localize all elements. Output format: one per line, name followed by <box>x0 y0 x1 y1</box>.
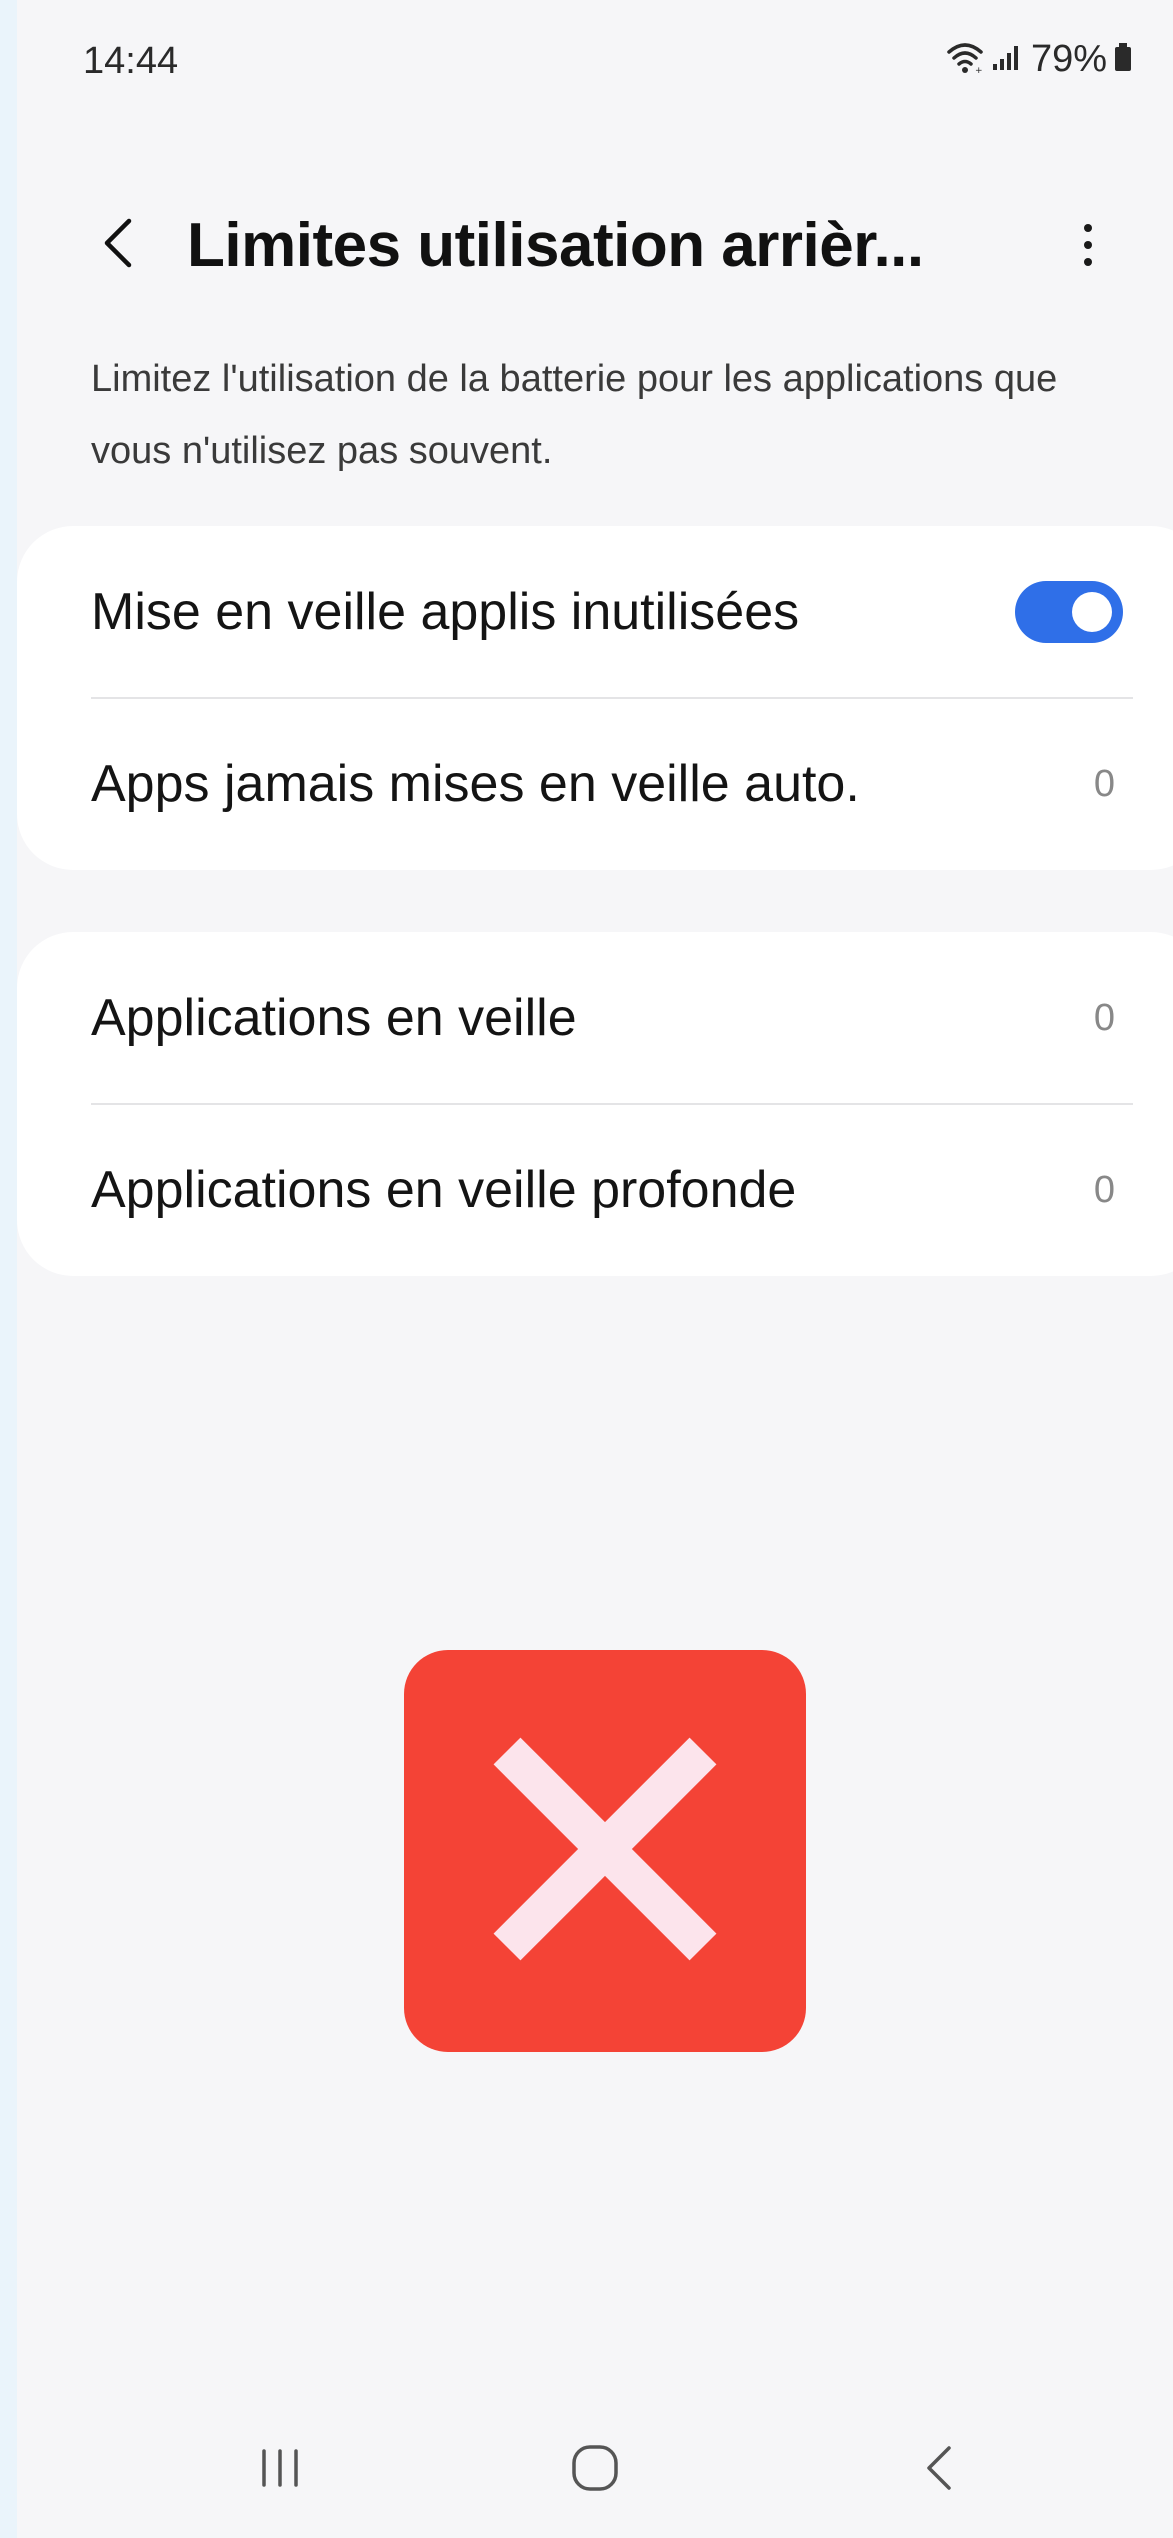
close-x-icon <box>485 1729 725 1974</box>
row-count: 0 <box>1093 763 1115 805</box>
wifi-icon: + <box>945 40 985 79</box>
toggle-knob <box>1072 592 1112 632</box>
error-badge <box>404 1650 806 2052</box>
row-count: 0 <box>1093 997 1115 1039</box>
row-label: Apps jamais mises en veille auto. <box>91 755 860 813</box>
row-sleeping-apps[interactable]: Applications en veille 0 <box>17 932 1173 1104</box>
battery-icon <box>1113 41 1133 78</box>
home-icon <box>565 2438 625 2503</box>
more-vert-icon <box>1084 224 1092 266</box>
signal-icon <box>991 42 1021 77</box>
sleep-unused-apps-toggle[interactable] <box>1015 581 1123 643</box>
top-app-bar: Limites utilisation arrièr... <box>17 180 1173 310</box>
row-never-sleeping-apps[interactable]: Apps jamais mises en veille auto. 0 <box>17 698 1173 870</box>
recents-button[interactable] <box>220 2425 340 2515</box>
page-description: Limitez l'utilisation de la batterie pou… <box>91 358 1058 472</box>
row-label: Mise en veille applis inutilisées <box>91 583 800 641</box>
more-options-button[interactable] <box>1063 205 1113 285</box>
back-icon <box>919 2438 959 2503</box>
row-deep-sleeping-apps[interactable]: Applications en veille profonde 0 <box>17 1104 1173 1276</box>
status-time: 14:44 <box>83 40 179 82</box>
nav-back-button[interactable] <box>879 2425 999 2515</box>
status-icons: + 79% <box>945 38 1133 81</box>
recents-icon <box>250 2443 310 2498</box>
chevron-left-icon <box>99 215 135 276</box>
settings-card-sleeping-apps: Applications en veille 0 Applications en… <box>17 932 1173 1276</box>
row-sleep-unused-apps[interactable]: Mise en veille applis inutilisées <box>17 526 1173 698</box>
row-count: 0 <box>1093 1169 1115 1211</box>
row-label: Applications en veille profonde <box>91 1161 797 1219</box>
status-bar: 14:44 + 79% <box>17 0 1173 120</box>
home-button[interactable] <box>535 2425 655 2515</box>
back-button[interactable] <box>87 205 147 285</box>
settings-card-sleep: Mise en veille applis inutilisées Apps j… <box>17 526 1173 870</box>
row-label: Applications en veille <box>91 989 577 1047</box>
page-title: Limites utilisation arrièr... <box>187 211 924 280</box>
navigation-bar <box>17 2400 1173 2538</box>
screen: 14:44 + 79% Limites utilisation arrièr..… <box>17 0 1173 2538</box>
svg-text:+: + <box>975 66 983 74</box>
battery-percent: 79% <box>1030 38 1107 80</box>
